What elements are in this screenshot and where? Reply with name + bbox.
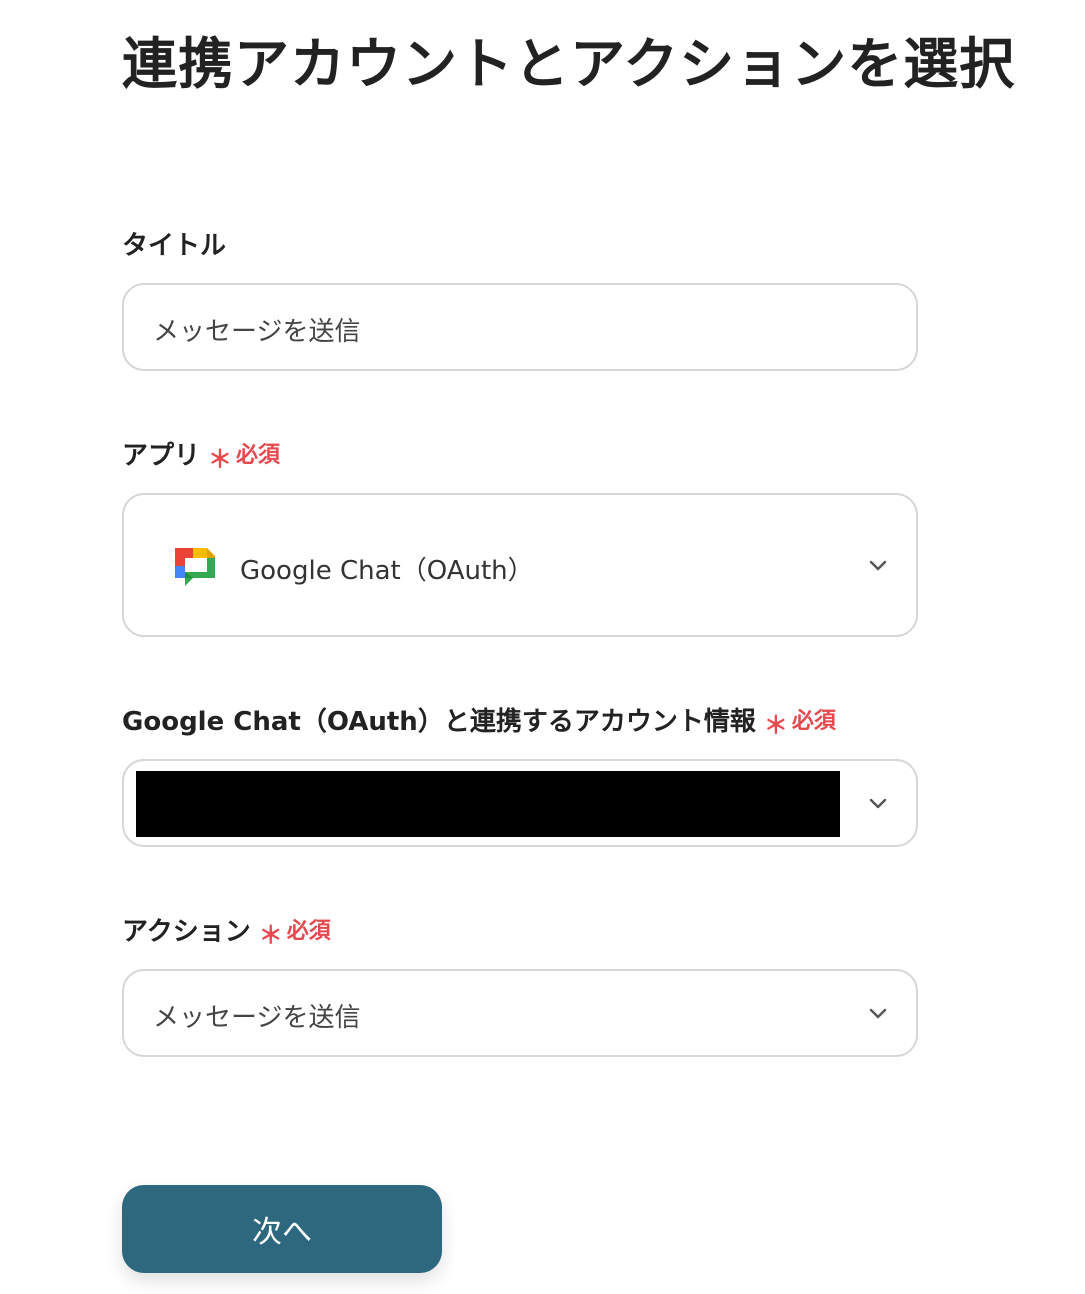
action-label-text: アクション (122, 917, 251, 947)
app-label-text: アプリ (122, 441, 201, 471)
required-text: 必須 (236, 443, 281, 468)
redacted-account-block (136, 771, 840, 837)
required-badge: ＊ 必須 (764, 704, 836, 740)
required-star: ＊ (258, 921, 283, 949)
account-select[interactable] (122, 759, 918, 847)
page-title: 連携アカウントとアクションを選択 (122, 32, 1016, 96)
required-text: 必須 (791, 709, 836, 734)
required-star: ＊ (208, 445, 233, 473)
title-input-value: メッセージを送信 (153, 317, 361, 347)
next-button[interactable]: 次へ (122, 1185, 442, 1273)
required-badge: ＊ 必須 (208, 438, 280, 474)
required-text: 必須 (286, 919, 331, 944)
action-field-label: アクション ＊ 必須 (122, 914, 331, 950)
required-star: ＊ (763, 711, 788, 739)
chevron-down-icon (868, 556, 888, 576)
action-select[interactable]: メッセージを送信 (122, 969, 918, 1057)
title-field-label: タイトル (122, 228, 226, 264)
account-label-text: Google Chat（OAuth）と連携するアカウント情報 (122, 707, 756, 737)
app-select-value: Google Chat（OAuth） (240, 556, 534, 586)
action-select-value: メッセージを送信 (153, 1003, 361, 1033)
chevron-down-icon (868, 794, 888, 814)
required-badge: ＊ 必須 (259, 914, 331, 950)
chevron-down-icon (868, 1004, 888, 1024)
title-label-text: タイトル (122, 231, 227, 261)
google-chat-icon (171, 544, 217, 590)
title-input[interactable]: メッセージを送信 (122, 283, 918, 371)
account-field-label: Google Chat（OAuth）と連携するアカウント情報 ＊ 必須 (122, 704, 836, 740)
app-field-label: アプリ ＊ 必須 (122, 438, 280, 474)
app-select[interactable]: Google Chat（OAuth） (122, 493, 918, 637)
